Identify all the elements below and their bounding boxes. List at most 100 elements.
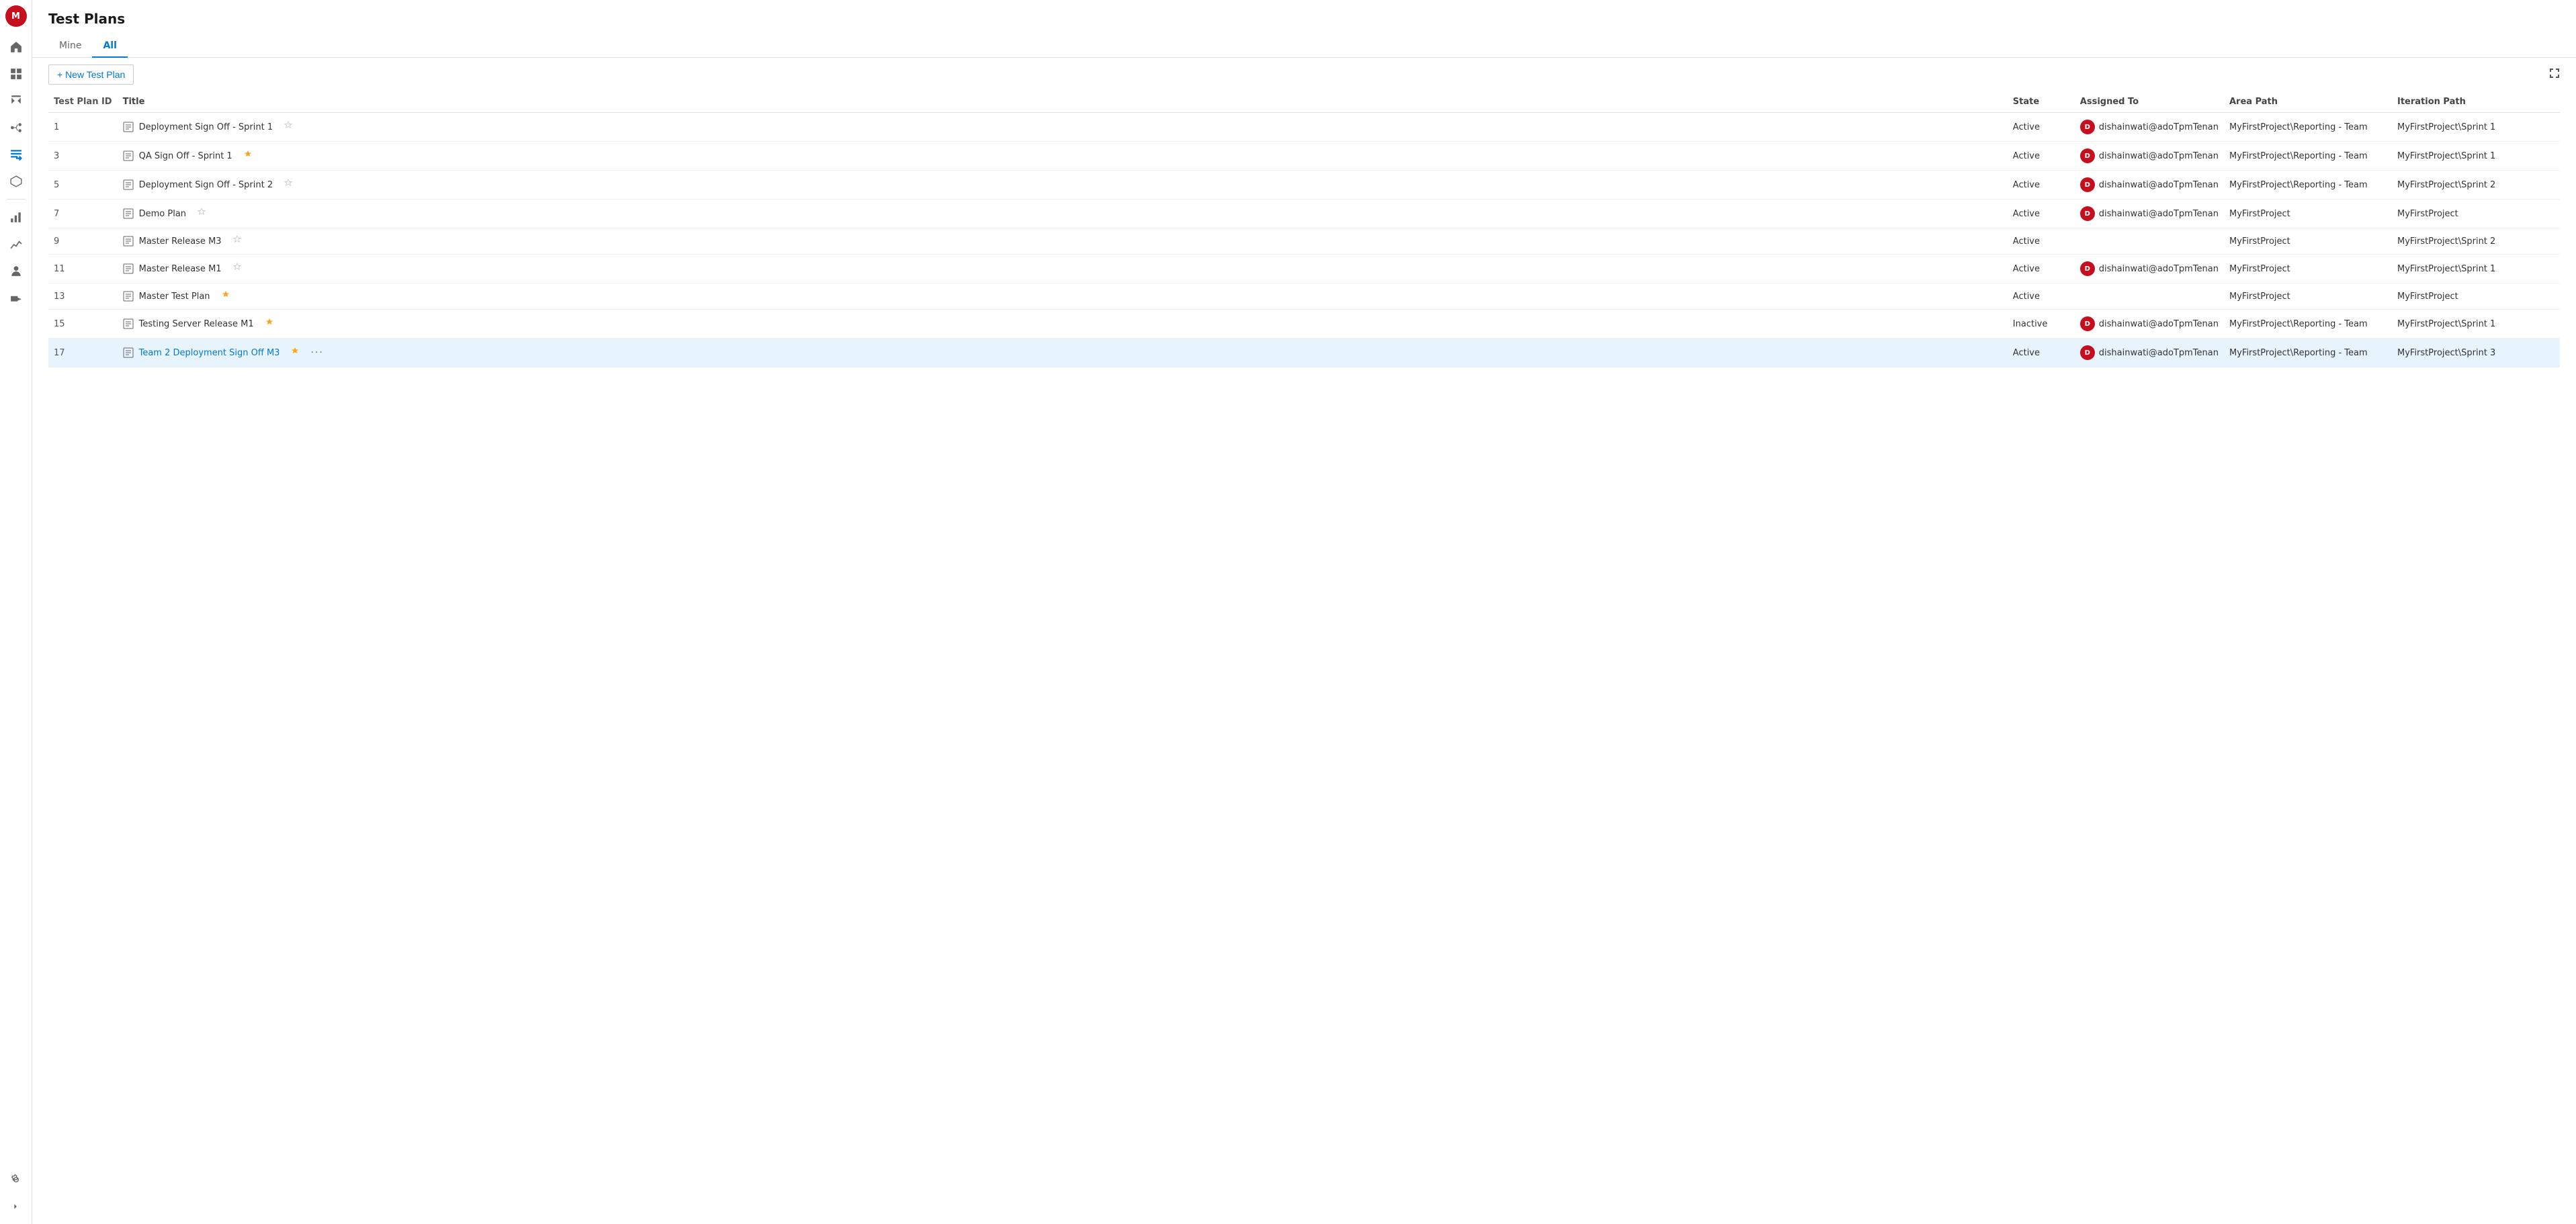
cell-assigned-to: Ddishainwati@adoTpmTenan bbox=[2075, 339, 2224, 367]
cell-id: 13 bbox=[48, 283, 118, 310]
cell-area-path: MyFirstProject\Reporting - Team bbox=[2224, 171, 2392, 200]
test-plans-table: Test Plan ID Title State Assigned To Are… bbox=[48, 91, 2560, 367]
star-icon[interactable] bbox=[284, 121, 293, 133]
cell-id: 11 bbox=[48, 255, 118, 283]
star-icon[interactable] bbox=[221, 290, 230, 302]
table-row: 7 Demo Plan ActiveDdishainwati@adoTpmTenan… bbox=[48, 200, 2560, 228]
title-text: Master Test Plan bbox=[139, 292, 210, 302]
sidebar-divider bbox=[7, 199, 26, 200]
cell-state: Active bbox=[2008, 171, 2075, 200]
cell-title: Deployment Sign Off - Sprint 1 bbox=[118, 113, 2008, 142]
cell-assigned-to: Ddishainwati@adoTpmTenan bbox=[2075, 200, 2224, 228]
cell-title: Deployment Sign Off - Sprint 2 bbox=[118, 171, 2008, 200]
sidebar: M bbox=[0, 0, 32, 1224]
toolbar: + New Test Plan bbox=[32, 58, 2576, 91]
cell-id: 5 bbox=[48, 171, 118, 200]
table-header-row: Test Plan ID Title State Assigned To Are… bbox=[48, 91, 2560, 113]
boards-icon[interactable] bbox=[4, 62, 28, 86]
cell-area-path: MyFirstProject\Reporting - Team bbox=[2224, 113, 2392, 142]
cell-id: 7 bbox=[48, 200, 118, 228]
more-options-button[interactable]: ··· bbox=[310, 347, 323, 358]
settings-icon[interactable] bbox=[4, 1168, 28, 1192]
cell-iteration-path: MyFirstProject\Sprint 2 bbox=[2392, 171, 2560, 200]
assigned-name: dishainwati@adoTpmTenan bbox=[2099, 348, 2219, 358]
star-icon[interactable] bbox=[232, 235, 242, 247]
star-icon[interactable] bbox=[265, 318, 274, 330]
cell-iteration-path: MyFirstProject bbox=[2392, 283, 2560, 310]
title-text: Master Release M3 bbox=[139, 236, 222, 247]
collapse-sidebar-button[interactable] bbox=[4, 1194, 28, 1219]
assigned-name: dishainwati@adoTpmTenan bbox=[2099, 151, 2219, 161]
col-header-area: Area Path bbox=[2224, 91, 2392, 113]
col-header-id: Test Plan ID bbox=[48, 91, 118, 113]
user-avatar[interactable]: M bbox=[5, 5, 27, 27]
cell-area-path: MyFirstProject bbox=[2224, 200, 2392, 228]
star-icon[interactable] bbox=[290, 347, 300, 359]
cell-id: 3 bbox=[48, 142, 118, 171]
title-text: Deployment Sign Off - Sprint 1 bbox=[139, 122, 273, 132]
cell-title: Master Release M3 bbox=[118, 228, 2008, 255]
table-row: 15Testing Server Release M1InactiveDdish… bbox=[48, 310, 2560, 339]
cell-iteration-path: MyFirstProject\Sprint 2 bbox=[2392, 228, 2560, 255]
assigned-avatar: D bbox=[2080, 148, 2095, 163]
cell-iteration-path: MyFirstProject\Sprint 1 bbox=[2392, 310, 2560, 339]
cell-iteration-path: MyFirstProject\Sprint 3 bbox=[2392, 339, 2560, 367]
new-test-plan-button[interactable]: + New Test Plan bbox=[48, 64, 134, 85]
fullscreen-icon[interactable] bbox=[2549, 68, 2560, 81]
test-plans-table-container: Test Plan ID Title State Assigned To Are… bbox=[32, 91, 2576, 1224]
home-icon[interactable] bbox=[4, 35, 28, 59]
cell-area-path: MyFirstProject bbox=[2224, 228, 2392, 255]
title-link[interactable]: Team 2 Deployment Sign Off M3 bbox=[139, 348, 280, 358]
filter-icon[interactable] bbox=[2532, 67, 2544, 83]
col-header-state: State bbox=[2008, 91, 2075, 113]
title-text: Master Release M1 bbox=[139, 264, 222, 274]
cell-iteration-path: MyFirstProject\Sprint 1 bbox=[2392, 113, 2560, 142]
cell-state: Active bbox=[2008, 339, 2075, 367]
title-text: Deployment Sign Off - Sprint 2 bbox=[139, 180, 273, 190]
title-text: Demo Plan bbox=[139, 209, 186, 219]
cell-assigned-to bbox=[2075, 283, 2224, 310]
test-plan-row-icon bbox=[123, 179, 134, 190]
pipelines-icon[interactable] bbox=[4, 116, 28, 140]
table-row: 13 Master Test Plan Active MyFirstProjectMy… bbox=[48, 283, 2560, 310]
cell-state: Active bbox=[2008, 283, 2075, 310]
analytics-icon[interactable] bbox=[4, 232, 28, 256]
cell-title: Master Release M1 bbox=[118, 255, 2008, 283]
cell-iteration-path: MyFirstProject\Sprint 1 bbox=[2392, 255, 2560, 283]
cell-area-path: MyFirstProject bbox=[2224, 283, 2392, 310]
assigned-avatar: D bbox=[2080, 206, 2095, 221]
cell-id: 9 bbox=[48, 228, 118, 255]
tab-all[interactable]: All bbox=[92, 35, 127, 58]
tab-mine[interactable]: Mine bbox=[48, 35, 92, 58]
cell-assigned-to bbox=[2075, 228, 2224, 255]
table-row: 1Deployment Sign Off - Sprint 1ActiveDdi… bbox=[48, 113, 2560, 142]
star-icon[interactable] bbox=[232, 263, 242, 275]
star-icon[interactable] bbox=[284, 179, 293, 191]
cell-title: Demo Plan bbox=[118, 200, 2008, 228]
assigned-avatar: D bbox=[2080, 316, 2095, 331]
cell-id: 1 bbox=[48, 113, 118, 142]
cell-state: Active bbox=[2008, 200, 2075, 228]
artifacts-icon[interactable] bbox=[4, 169, 28, 193]
sidebar-bottom bbox=[4, 1168, 28, 1219]
col-header-title: Title bbox=[118, 91, 2008, 113]
repos-icon[interactable] bbox=[4, 89, 28, 113]
test-plan-row-icon bbox=[123, 263, 134, 274]
star-icon[interactable] bbox=[197, 208, 206, 220]
star-icon[interactable] bbox=[243, 150, 253, 162]
reports-icon[interactable] bbox=[4, 205, 28, 229]
test-plans-nav-icon[interactable] bbox=[4, 142, 28, 167]
test-plan-row-icon bbox=[123, 236, 134, 247]
assigned-name: dishainwati@adoTpmTenan bbox=[2099, 122, 2219, 132]
assigned-avatar: D bbox=[2080, 345, 2095, 360]
delivery-icon[interactable] bbox=[4, 286, 28, 310]
cell-state: Active bbox=[2008, 113, 2075, 142]
cell-iteration-path: MyFirstProject\Sprint 1 bbox=[2392, 142, 2560, 171]
stakeholder-icon[interactable] bbox=[4, 259, 28, 283]
assigned-avatar: D bbox=[2080, 177, 2095, 192]
cell-area-path: MyFirstProject bbox=[2224, 255, 2392, 283]
test-plan-row-icon bbox=[123, 122, 134, 132]
tabs-bar: Mine All bbox=[48, 35, 2560, 57]
page-header: Test Plans Mine All bbox=[32, 0, 2576, 58]
cell-id: 17 bbox=[48, 339, 118, 367]
